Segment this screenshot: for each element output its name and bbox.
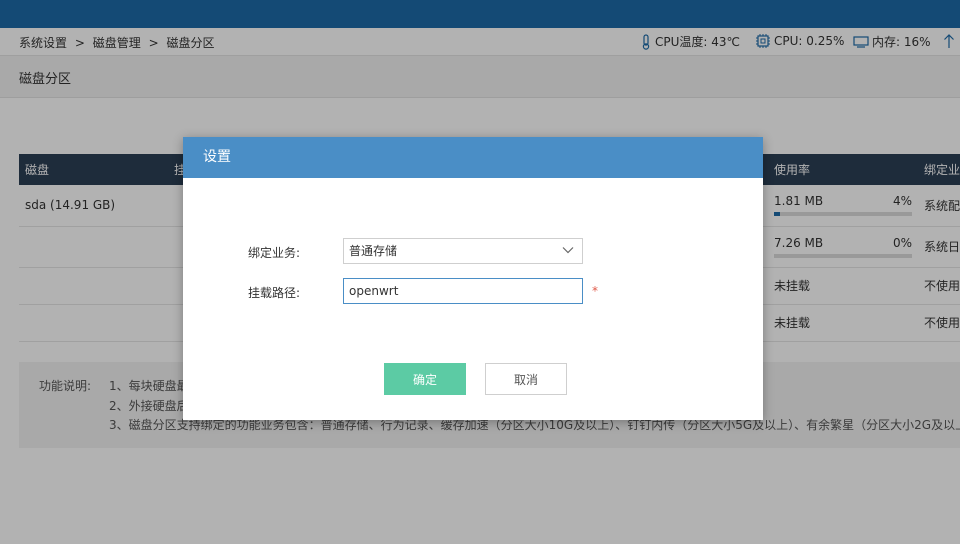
business-select-value: 普通存储 <box>349 244 398 258</box>
business-select[interactable]: 普通存储 <box>343 238 583 264</box>
mount-path-input[interactable] <box>343 278 583 304</box>
cancel-button[interactable]: 取消 <box>485 363 567 395</box>
settings-dialog: 设置 绑定业务: 普通存储 挂载路径: * 确定 取消 <box>183 137 763 420</box>
required-mark: * <box>592 284 598 298</box>
path-label: 挂载路径: <box>248 286 301 300</box>
business-label: 绑定业务: <box>248 246 301 260</box>
chevron-down-icon <box>562 247 574 254</box>
dialog-title: 设置 <box>183 137 763 178</box>
confirm-button[interactable]: 确定 <box>384 363 466 395</box>
